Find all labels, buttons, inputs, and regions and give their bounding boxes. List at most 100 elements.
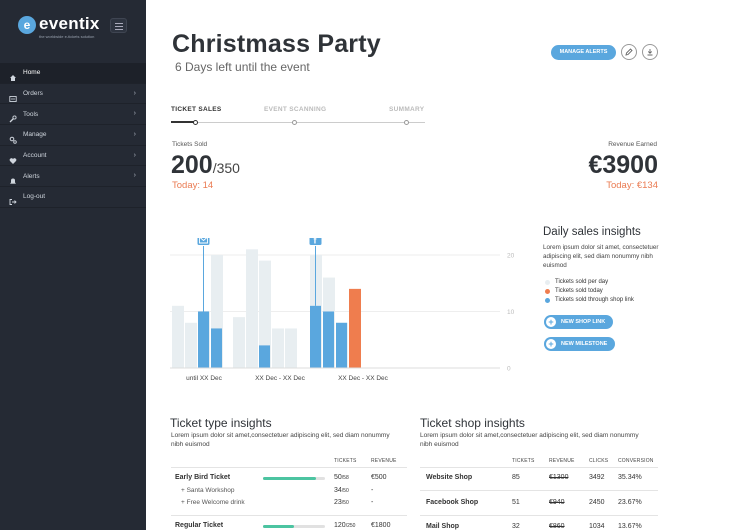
hamburger-line bbox=[115, 26, 123, 27]
sidebar-nav: Home Orders › Tools › Manage › Account › Alerts › L… bbox=[0, 63, 146, 208]
ticket-revenue: - bbox=[371, 499, 374, 506]
legend-dot-icon bbox=[545, 297, 550, 303]
hamburger-menu-button[interactable] bbox=[110, 18, 127, 33]
tickets-sold: 50 bbox=[334, 474, 342, 481]
chart-bar bbox=[172, 305, 184, 368]
new-shop-link-button[interactable]: + NEW SHOP LINK bbox=[544, 315, 614, 329]
logout-icon bbox=[9, 193, 17, 205]
edit-button[interactable] bbox=[621, 44, 637, 60]
chart-bar bbox=[323, 311, 334, 368]
chart-bar bbox=[233, 317, 245, 368]
sales-bar-chart: 01020funtil XX Dec XX Dec - XX Dec XX Dec … bbox=[170, 238, 515, 382]
wrench-icon bbox=[9, 110, 17, 123]
pencil-icon bbox=[625, 48, 633, 56]
shop-revenue: €1300 bbox=[549, 474, 569, 481]
shop-conversion: 35.34% bbox=[618, 474, 642, 481]
ticket-type-name: Regular Ticket bbox=[175, 522, 224, 529]
plus-icon: + bbox=[546, 339, 556, 349]
chart-bar bbox=[198, 311, 209, 368]
divider bbox=[420, 515, 658, 516]
chart-bar bbox=[272, 328, 284, 368]
download-icon bbox=[647, 49, 653, 56]
step-event-scanning[interactable]: EVENT SCANNING bbox=[264, 106, 326, 113]
ticket-type-title: Ticket type insights bbox=[170, 416, 272, 430]
column-header: CONVERSION bbox=[618, 458, 654, 464]
daily-insights-title: Daily sales insights bbox=[543, 226, 641, 238]
chevron-right-icon: › bbox=[133, 172, 136, 180]
y-tick-label: 0 bbox=[507, 366, 511, 373]
step-dot bbox=[292, 120, 297, 125]
column-header: REVENUE bbox=[371, 458, 397, 464]
column-header: REVENUE bbox=[549, 458, 575, 464]
shop-name: Website Shop bbox=[426, 474, 473, 481]
ticket-count: 50/58 bbox=[334, 474, 349, 481]
shop-name: Mail Shop bbox=[426, 523, 460, 530]
bell-icon bbox=[9, 172, 17, 184]
orders-icon bbox=[9, 90, 17, 102]
y-tick-label: 20 bbox=[507, 252, 515, 259]
y-tick-label: 10 bbox=[507, 309, 515, 316]
tickets-total: /50 bbox=[341, 488, 349, 494]
app-tagline: the worldwide e-tickets solution bbox=[39, 34, 95, 39]
logo[interactable]: e eventix the worldwide e-tickets soluti… bbox=[18, 14, 99, 42]
x-category-label: XX Dec - XX Dec bbox=[338, 375, 389, 382]
ticket-revenue: €1800 bbox=[371, 522, 391, 529]
heart-icon bbox=[9, 152, 17, 164]
download-button[interactable] bbox=[642, 44, 658, 60]
plus-icon: + bbox=[546, 317, 556, 327]
sidebar-item-label: Account bbox=[23, 152, 47, 160]
ticket-type-name: Early Bird Ticket bbox=[175, 474, 231, 481]
sidebar-item-orders[interactable]: Orders › bbox=[0, 84, 146, 105]
manage-alerts-button[interactable]: MANAGE ALERTS bbox=[551, 45, 616, 60]
sidebar-item-label: Alerts bbox=[23, 172, 40, 180]
ticket-progress-bar bbox=[263, 525, 325, 528]
divider bbox=[171, 515, 407, 516]
chart-bar bbox=[310, 305, 321, 368]
sidebar-item-alerts[interactable]: Alerts › bbox=[0, 166, 146, 188]
shop-clicks: 3492 bbox=[589, 474, 605, 481]
chevron-right-icon: › bbox=[133, 110, 136, 118]
x-category-label: until XX Dec bbox=[186, 375, 223, 382]
sidebar-item-label: Orders bbox=[23, 90, 43, 98]
legend-item: Tickets sold per day bbox=[545, 279, 608, 285]
divider bbox=[420, 490, 658, 491]
step-summary[interactable]: SUMMARY bbox=[389, 106, 424, 113]
sidebar: e eventix the worldwide e-tickets soluti… bbox=[0, 0, 146, 530]
chevron-right-icon: › bbox=[133, 151, 136, 159]
step-dot bbox=[404, 120, 409, 125]
shop-revenue: €940 bbox=[549, 499, 565, 506]
tickets-sold-count: 200 bbox=[171, 151, 213, 179]
sidebar-item-tools[interactable]: Tools › bbox=[0, 104, 146, 126]
chart-bar bbox=[259, 345, 270, 368]
new-milestone-button[interactable]: + NEW MILESTONE bbox=[544, 337, 616, 351]
shop-tickets: 85 bbox=[512, 474, 520, 481]
chart-bar bbox=[211, 328, 222, 368]
tickets-sold: 23 bbox=[334, 499, 342, 506]
ticket-progress-fill bbox=[263, 525, 294, 528]
sidebar-item-manage[interactable]: Manage › bbox=[0, 125, 146, 146]
tickets-total: /250 bbox=[345, 523, 356, 529]
ticket-count: 34/50 bbox=[334, 487, 349, 494]
shop-conversion: 13.67% bbox=[618, 523, 642, 530]
ticket-shop-desc: Lorem ipsum dolor sit amet,consectetuer … bbox=[420, 432, 639, 448]
legend-dot-icon bbox=[545, 288, 550, 294]
sidebar-item-account[interactable]: Account › bbox=[0, 146, 146, 167]
tickets-total: /350 bbox=[212, 160, 240, 176]
revenue-label: Revenue Earned bbox=[608, 141, 657, 148]
tickets-total: /50 bbox=[341, 500, 349, 506]
column-header: TICKETS bbox=[334, 458, 357, 464]
shop-tickets: 32 bbox=[512, 523, 520, 530]
shop-tickets: 51 bbox=[512, 499, 520, 506]
shop-name: Facebook Shop bbox=[426, 499, 479, 506]
shop-conversion: 23.67% bbox=[618, 499, 642, 506]
home-icon bbox=[9, 69, 17, 81]
step-ticket-sales[interactable]: TICKET SALES bbox=[171, 106, 222, 113]
sidebar-item-home[interactable]: Home bbox=[0, 63, 146, 84]
column-header: TICKETS bbox=[512, 458, 535, 464]
tickets-sold: 120 bbox=[334, 522, 346, 529]
sidebar-item-log-out[interactable]: Log-out bbox=[0, 187, 146, 208]
legend-item: Tickets sold today bbox=[545, 288, 603, 294]
divider bbox=[420, 467, 658, 468]
new-shop-link-label: NEW SHOP LINK bbox=[561, 319, 606, 325]
chart-bar bbox=[336, 322, 347, 368]
